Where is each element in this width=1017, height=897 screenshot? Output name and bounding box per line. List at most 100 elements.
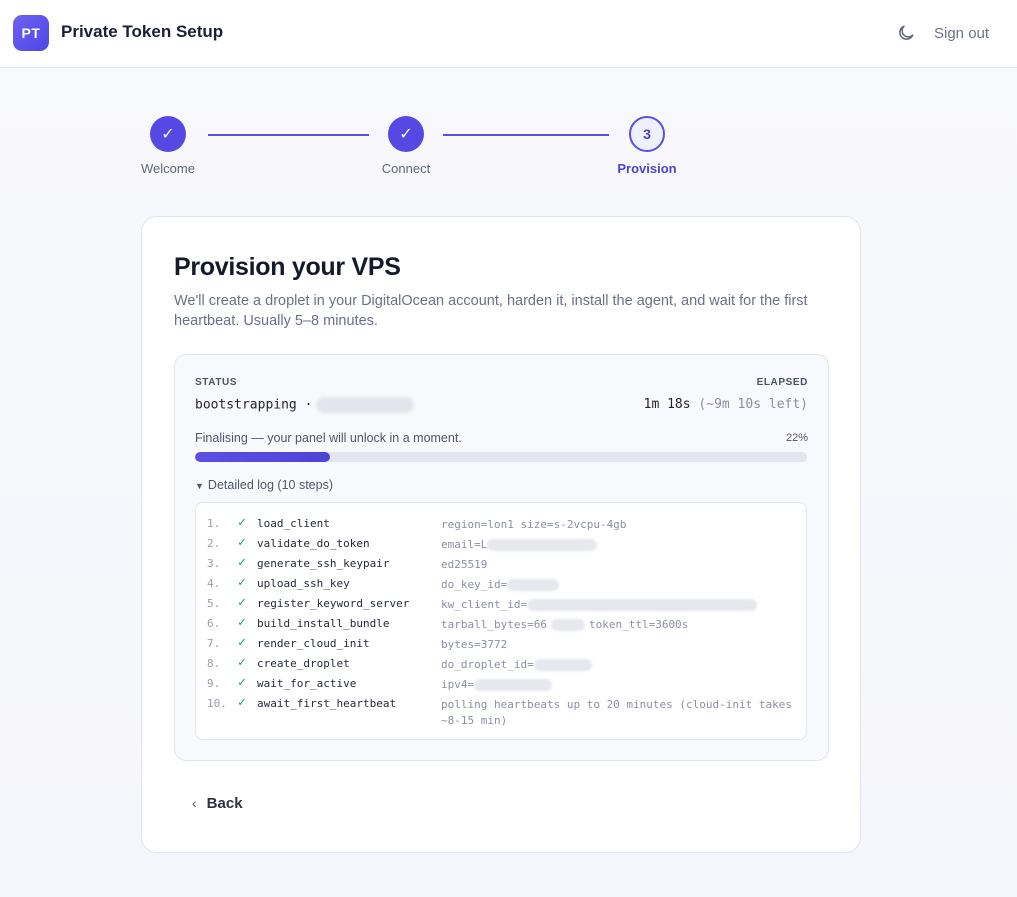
log-row-number: 8. [207,657,221,670]
redacted-value [550,619,585,631]
log-step-name: upload_ssh_key [257,577,350,590]
check-icon: ✓ [238,675,246,690]
sign-out-link[interactable]: Sign out [934,25,989,42]
check-icon: ✓ [238,635,246,650]
log-detail-text: do_droplet_id= [441,658,534,671]
log-detail-text: email=L [441,538,488,551]
log-row: 7. ✓ render_cloud_init bytes=3772 [196,635,806,655]
log-row-number: 1. [207,517,221,530]
log-step-detail: kw_client_id= [441,597,796,613]
back-button[interactable]: ‹ Back [192,795,243,812]
log-row-number: 3. [207,557,221,570]
log-step-detail: do_key_id= [441,577,796,593]
log-row-number: 10. [207,697,227,710]
log-row: 2. ✓ validate_do_token email=L [196,535,806,555]
check-icon: ✓ [238,555,246,570]
check-icon: ✓ [238,575,246,590]
log-detail-text: do_key_id= [441,578,508,591]
redacted-value [316,397,415,413]
progress-percent: 22% [785,432,808,444]
chevron-left-icon: ‹ [192,795,197,811]
detailed-log-toggle[interactable]: ▼ Detailed log (10 steps) [195,478,333,492]
log-detail-text: tarball_bytes=66 [441,618,547,631]
log-step-detail: polling heartbeats up to 20 minutes (clo… [441,698,792,727]
check-icon: ✓ [238,535,246,550]
log-step-name: register_keyword_server [257,597,410,610]
check-icon: ✓ [238,655,246,670]
step-number: 3 [629,116,665,152]
log-row-number: 6. [207,617,221,630]
log-detail-text: kw_client_id= [441,598,528,611]
log-row: 10. ✓ await_first_heartbeat polling hear… [196,695,806,731]
log-row: 8. ✓ create_droplet do_droplet_id= [196,655,806,675]
log-step-detail: tarball_bytes=66 token_ttl=3600s [441,617,796,633]
back-button-label: Back [206,795,243,812]
redacted-value [487,539,598,551]
log-detail-text: ipv4= [441,678,475,691]
log-step-name: validate_do_token [257,537,370,550]
stepper-connector-2 [443,134,609,136]
provision-card: Provision your VPS We'll create a drople… [141,216,861,853]
log-row: 9. ✓ wait_for_active ipv4= [196,675,806,695]
elapsed-remaining: (~9m 10s left) [698,397,808,412]
check-icon: ✓ [150,116,186,152]
log-row-number: 7. [207,637,221,650]
caret-down-icon: ▼ [195,481,204,491]
redacted-value [507,579,560,591]
status-panel: STATUS ELAPSED bootstrapping · 1m 18s (~… [174,354,829,761]
check-icon: ✓ [388,116,424,152]
redacted-value [533,659,592,671]
log-step-name: await_first_heartbeat [257,697,397,710]
status-label: STATUS [195,377,238,388]
step-label: Connect [381,161,431,176]
elapsed-label: ELAPSED [756,377,808,388]
log-row: 3. ✓ generate_ssh_keypair ed25519 [196,555,806,575]
step-label: Provision [617,161,677,176]
step-label: Welcome [141,161,195,176]
page-title: Provision your VPS [174,253,401,281]
log-toggle-label: Detailed log (10 steps) [207,478,333,492]
app-title: Private Token Setup [61,22,224,41]
log-step-name: build_install_bundle [257,617,390,630]
check-icon: ✓ [238,515,246,530]
log-step-detail: bytes=3772 [441,638,508,651]
redacted-value [474,679,553,691]
check-icon: ✓ [238,695,246,710]
log-detail-text: token_ttl=3600s [588,618,689,631]
page-description: We'll create a droplet in your DigitalOc… [174,293,808,329]
log-row: 5. ✓ register_keyword_server kw_client_i… [196,595,806,615]
check-icon: ✓ [238,615,246,630]
log-row: 4. ✓ upload_ssh_key do_key_id= [196,575,806,595]
elapsed-time: 1m 18s [643,397,691,412]
status-value: bootstrapping · [195,397,415,413]
log-step-name: wait_for_active [257,677,357,690]
step-provision: 3 Provision [597,116,697,176]
log-step-name: create_droplet [257,657,350,670]
elapsed-value: 1m 18s (~9m 10s left) [644,397,808,412]
progress-bar [195,452,807,462]
log-step-detail: ed25519 [441,558,488,571]
log-row-number: 5. [207,597,221,610]
log-row-number: 4. [207,577,221,590]
progress-fill [195,452,330,462]
log-step-detail: do_droplet_id= [441,657,796,673]
log-row: 1. ✓ load_client region=lon1 size=s-2vcp… [196,515,806,535]
stepper-connector-1 [208,134,369,136]
log-step-name: render_cloud_init [257,637,370,650]
log-step-detail: ipv4= [441,677,796,693]
step-welcome: ✓ Welcome [118,116,218,176]
step-connect: ✓ Connect [356,116,456,176]
progress-message: Finalising — your panel will unlock in a… [195,431,462,445]
status-text: bootstrapping · [195,397,313,413]
log-step-detail: email=L [441,537,796,553]
check-icon: ✓ [238,595,246,610]
log-step-detail: region=lon1 size=s-2vcpu-4gb [441,518,627,531]
log-step-name: generate_ssh_keypair [257,557,390,570]
log-panel: 1. ✓ load_client region=lon1 size=s-2vcp… [195,502,807,740]
moon-icon[interactable] [896,23,916,43]
log-row-number: 9. [207,677,221,690]
log-row-number: 2. [207,537,221,550]
redacted-value [527,599,758,611]
log-row: 6. ✓ build_install_bundle tarball_bytes=… [196,615,806,635]
log-step-name: load_client [257,517,330,530]
